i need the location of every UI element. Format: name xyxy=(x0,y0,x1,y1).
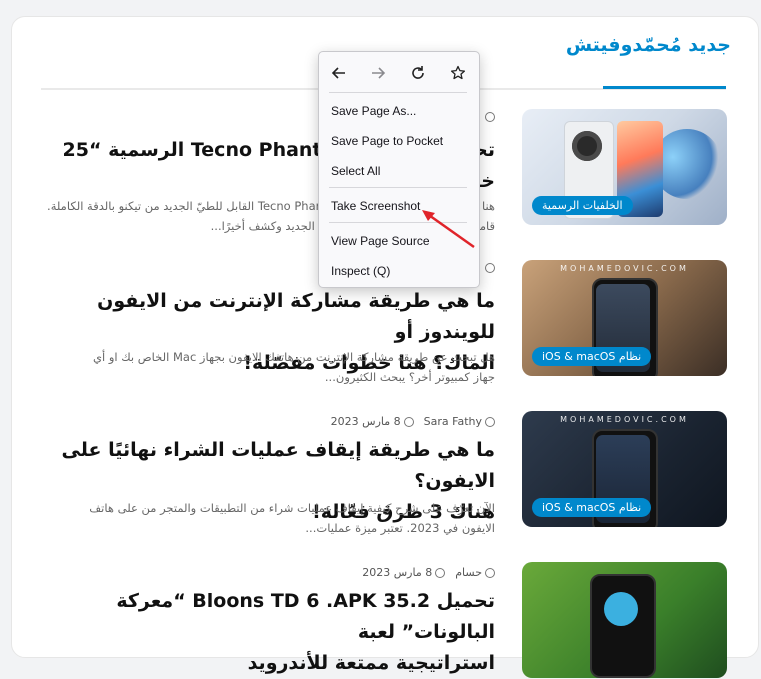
menu-separator xyxy=(329,187,467,188)
menu-separator xyxy=(329,222,467,223)
bookmark-star-icon xyxy=(450,65,466,80)
date-text: 8 مارس 2023 xyxy=(330,415,401,428)
post-date: 8 مارس 2023 xyxy=(331,415,414,428)
post-excerpt: هل تبحث عن طريقة مشاركة الإنترنت من هاتف… xyxy=(35,347,495,387)
clock-icon xyxy=(435,567,446,578)
post-thumbnail[interactable]: MOHAMEDOVIC.COM نظام iOS & macOS xyxy=(522,411,727,527)
category-badge[interactable]: نظام iOS & macOS xyxy=(532,347,652,366)
user-icon xyxy=(485,416,495,427)
post-title-line: استراتيجية ممتعة للأندرويد xyxy=(247,652,495,674)
post-thumbnail[interactable]: MOHAMEDOVIC.COM نظام iOS & macOS xyxy=(522,260,727,376)
reload-icon xyxy=(412,66,424,79)
menu-item-take-screenshot[interactable]: Take Screenshot xyxy=(331,196,471,216)
back-button[interactable] xyxy=(326,60,352,86)
post-author[interactable]: Sara Fathy xyxy=(424,415,495,428)
excerpt-line: هل تبحث عن طريقة مشاركة الإنترنت من هاتف… xyxy=(92,350,495,364)
phone-image xyxy=(590,574,656,678)
category-badge[interactable]: نظام iOS & macOS xyxy=(532,498,652,517)
post-meta: حسام 8 مارس 2023 xyxy=(362,566,495,579)
menu-separator xyxy=(329,92,467,93)
post-thumbnail[interactable]: الخلفيات الرسمية xyxy=(522,109,727,225)
post-author[interactable] xyxy=(485,263,495,273)
context-menu: Save Page As... Save Page to Pocket Sele… xyxy=(318,51,480,288)
author-name: Sara Fathy xyxy=(423,415,482,428)
author-name: حسام xyxy=(455,566,482,579)
context-menu-nav xyxy=(319,52,479,92)
menu-item-inspect[interactable]: Inspect (Q) xyxy=(331,261,471,281)
user-icon xyxy=(485,263,495,273)
menu-item-select-all[interactable]: Select All xyxy=(331,161,471,181)
forward-arrow-icon xyxy=(372,67,386,79)
excerpt-line: الآن تعرّف على شرح كيفية إيقاف عمليات شر… xyxy=(89,501,495,515)
menu-item-view-page-source[interactable]: View Page Source xyxy=(331,231,471,251)
user-icon xyxy=(485,112,495,122)
thumbnail-watermark: MOHAMEDOVIC.COM xyxy=(560,264,689,273)
excerpt-line: الايفون في 2023. تعتبر ميزة عمليات... xyxy=(305,521,495,535)
section-title-underline xyxy=(603,86,726,89)
excerpt-line: جهاز كمبيوتر أخر؟ يبحث الكثيرون... xyxy=(324,370,495,384)
post-date: 8 مارس 2023 xyxy=(362,566,446,579)
forward-button[interactable] xyxy=(365,60,391,86)
post-excerpt: الآن تعرّف على شرح كيفية إيقاف عمليات شر… xyxy=(35,498,495,538)
back-arrow-icon xyxy=(331,67,345,79)
post-meta xyxy=(485,263,495,273)
post-title-line: ما هي طريقة مشاركة الإنترنت من الايفون ل… xyxy=(97,290,495,343)
post-title-line: تحميل Bloons TD 6 .APK 35.2 “معركة البال… xyxy=(116,590,495,643)
thumbnail-watermark: MOHAMEDOVIC.COM xyxy=(560,415,689,424)
user-icon xyxy=(485,567,495,578)
post-title[interactable]: تحميل Bloons TD 6 .APK 35.2 “معركة البال… xyxy=(40,586,495,679)
reload-button[interactable] xyxy=(405,60,431,86)
camera-module xyxy=(572,131,602,161)
post-title-line: ما هي طريقة إيقاف عمليات الشراء نهائيًا … xyxy=(61,439,495,492)
clock-icon xyxy=(403,416,414,427)
post-author[interactable]: حسام xyxy=(455,566,495,579)
category-badge[interactable]: الخلفيات الرسمية xyxy=(532,196,633,215)
menu-item-save-to-pocket[interactable]: Save Page to Pocket xyxy=(331,131,471,151)
menu-item-save-page-as[interactable]: Save Page As... xyxy=(331,101,471,121)
bookmark-button[interactable] xyxy=(445,60,471,86)
post-meta xyxy=(485,112,495,122)
post-meta: Sara Fathy 8 مارس 2023 xyxy=(331,415,495,428)
post-thumbnail[interactable] xyxy=(522,562,727,678)
section-title[interactable]: جديد مُحمّدوفيتش xyxy=(566,34,731,56)
post-author[interactable] xyxy=(485,112,495,122)
game-character-image xyxy=(604,592,638,626)
date-text: 8 مارس 2023 xyxy=(362,566,433,579)
